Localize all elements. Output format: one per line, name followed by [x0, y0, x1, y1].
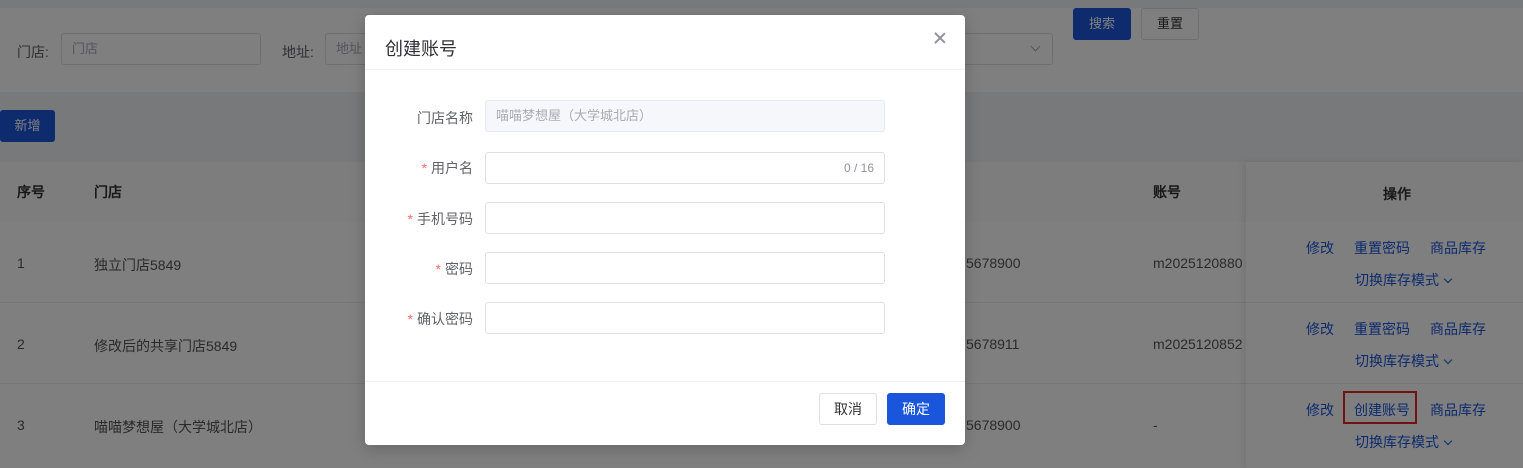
confirm-button[interactable]: 确定 — [887, 393, 945, 425]
dialog-header-divider — [365, 69, 965, 70]
create-account-dialog: 创建账号 门店名称 喵喵梦想屋（大学城北店） * 用户名 0 / 16 * 手机号码… — [365, 15, 965, 445]
password-field[interactable] — [485, 252, 885, 284]
confirm-password-label-text: 确认密码 — [417, 311, 473, 327]
cancel-button[interactable]: 取消 — [819, 393, 877, 425]
store-name-label: 门店名称 — [417, 110, 473, 126]
phone-field[interactable] — [485, 202, 885, 234]
username-field[interactable]: 0 / 16 — [485, 152, 885, 184]
password-label-text: 密码 — [445, 261, 473, 277]
username-label: * 用户名 — [365, 158, 473, 178]
required-mark: * — [407, 311, 413, 327]
required-mark: * — [407, 211, 413, 227]
password-label: * 密码 — [365, 259, 473, 279]
username-char-counter: 0 / 16 — [843, 161, 874, 175]
required-mark: * — [435, 261, 441, 277]
store-name-field: 喵喵梦想屋（大学城北店） — [485, 100, 885, 132]
close-icon[interactable] — [931, 29, 949, 47]
confirm-password-field[interactable] — [485, 302, 885, 334]
phone-label-text: 手机号码 — [417, 211, 473, 227]
dialog-title: 创建账号 — [385, 39, 457, 59]
phone-label: * 手机号码 — [365, 209, 473, 229]
username-label-text: 用户名 — [431, 160, 473, 176]
required-mark: * — [421, 160, 427, 176]
dialog-footer-divider — [365, 381, 965, 382]
confirm-password-label: * 确认密码 — [365, 309, 473, 329]
